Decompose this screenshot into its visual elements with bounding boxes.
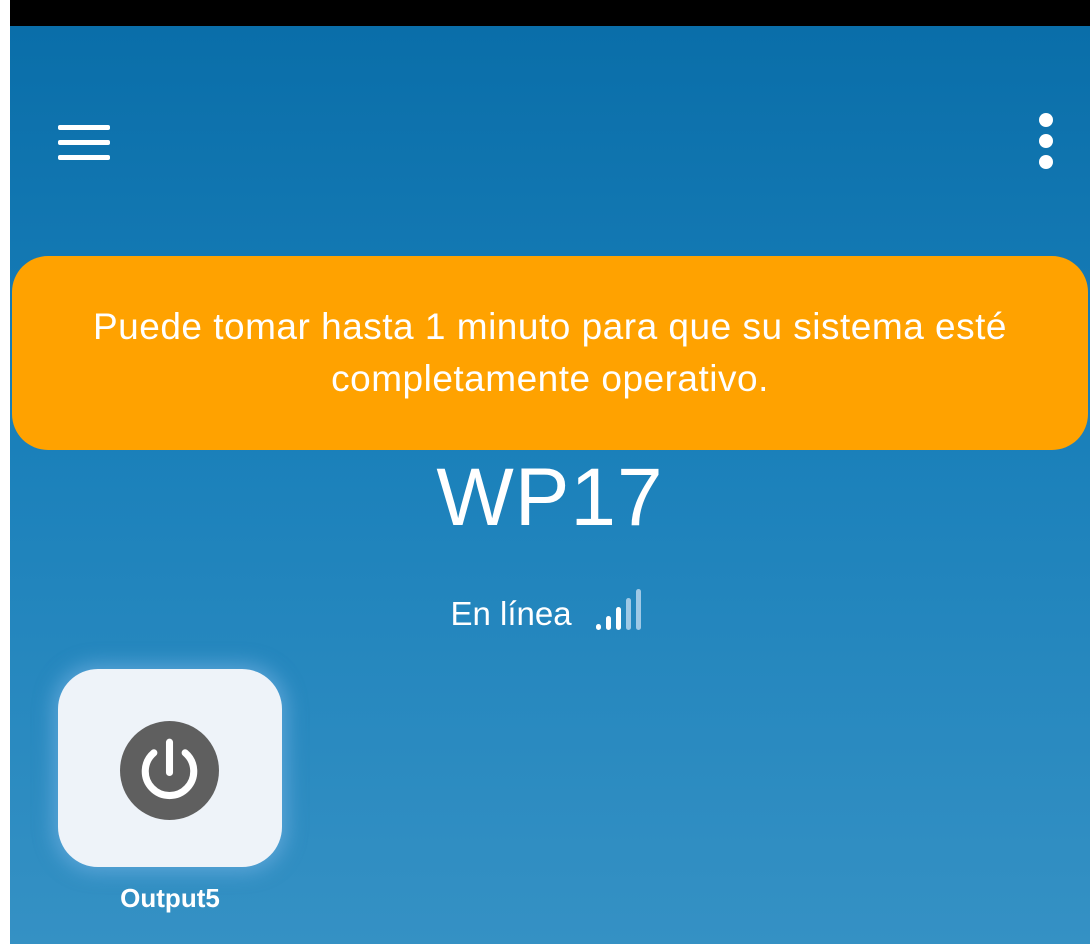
- app-screen: Puede tomar hasta 1 minuto para que su s…: [10, 26, 1090, 944]
- status-bar: [10, 0, 1090, 26]
- hamburger-menu-icon[interactable]: [54, 121, 114, 165]
- device-name: WP17: [436, 452, 664, 543]
- output-tile[interactable]: [58, 669, 282, 867]
- output-tile-label: Output5: [120, 883, 220, 913]
- app-frame: Puede tomar hasta 1 minuto para que su s…: [0, 0, 1090, 952]
- notification-message: Puede tomar hasta 1 minuto para que su s…: [92, 306, 1007, 399]
- connection-status: En línea: [10, 589, 1090, 634]
- more-vertical-icon[interactable]: [1026, 110, 1066, 174]
- signal-strength-icon: [595, 589, 641, 630]
- connection-status-label: En línea: [450, 595, 572, 632]
- power-icon: [120, 721, 219, 820]
- notification-banner: Puede tomar hasta 1 minuto para que su s…: [12, 256, 1088, 450]
